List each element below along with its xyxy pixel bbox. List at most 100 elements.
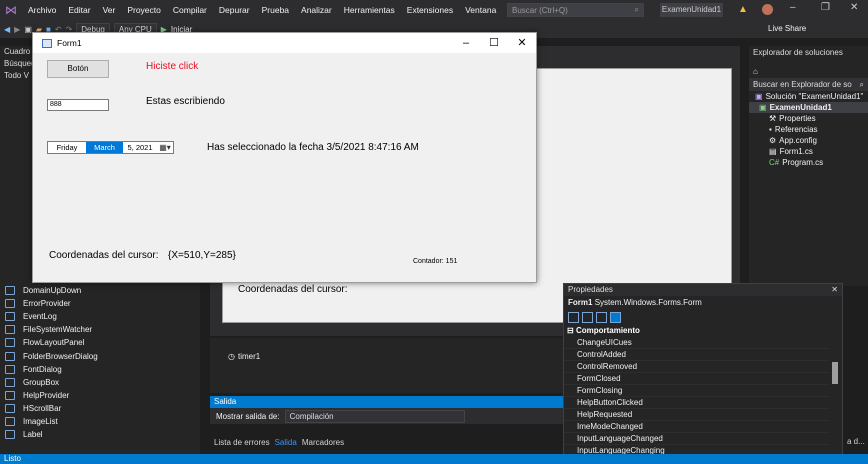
control-icon xyxy=(5,430,15,440)
solution-node[interactable]: ▣ Solución "ExamenUnidad1" xyxy=(749,91,868,102)
date-picker[interactable]: Friday March 5, 2021 ▦▾ xyxy=(47,141,174,154)
project-node[interactable]: ▣ ExamenUnidad1 xyxy=(749,102,868,113)
property-row[interactable]: ImeModeChanged xyxy=(564,421,829,433)
maximize-icon[interactable]: ☐ xyxy=(480,33,508,53)
live-share-button[interactable]: Live Share xyxy=(768,24,806,33)
minimize-icon[interactable]: – xyxy=(452,33,480,53)
tree-item-references[interactable]: ▪ Referencias xyxy=(749,124,868,135)
property-row[interactable]: FormClosed xyxy=(564,373,829,385)
calendar-dropdown-icon[interactable]: ▦▾ xyxy=(157,143,173,152)
designer-coord-label[interactable]: Coordenadas del cursor: xyxy=(238,284,348,295)
toolbox-list: DomainUpDown ErrorProvider EventLog File… xyxy=(0,284,200,441)
date-rest: 5, 2021 xyxy=(127,143,153,152)
text-input[interactable]: 888 xyxy=(47,99,109,111)
toolbox-item[interactable]: FileSystemWatcher xyxy=(0,323,200,336)
property-category[interactable]: ⊟ Comportamiento xyxy=(564,325,842,337)
toolbox-item[interactable]: HelpProvider xyxy=(0,389,200,402)
property-row[interactable]: ControlRemoved xyxy=(564,361,829,373)
properties-object-selector[interactable]: Form1 System.Windows.Forms.Form xyxy=(564,296,842,310)
search-input[interactable]: Buscar (Ctrl+Q) ⌕ xyxy=(507,3,644,17)
tab-salida[interactable]: Salida xyxy=(275,438,297,447)
config-file-icon: ⚙ xyxy=(769,136,777,145)
menu-proyecto[interactable]: Proyecto xyxy=(121,0,167,20)
toolbox-item[interactable]: HScrollBar xyxy=(0,402,200,415)
output-panel: Salida Mostrar salida de: Compilación Li… xyxy=(210,396,565,454)
back-icon[interactable]: ◀ xyxy=(4,25,10,34)
csharp-file-icon: C# xyxy=(769,158,780,167)
project-name-badge: ExamenUnidad1 xyxy=(660,3,723,17)
warning-icon[interactable]: ▲ xyxy=(738,4,748,15)
right-panel-edge-text: a d... xyxy=(847,437,865,446)
cursor-coordinates-value: {X=510,Y=285} xyxy=(168,250,236,261)
tree-item-program[interactable]: C# Program.cs xyxy=(749,157,868,168)
control-icon xyxy=(5,416,15,426)
project-icon: ▣ xyxy=(759,103,767,112)
menu-compilar[interactable]: Compilar xyxy=(167,0,213,20)
visual-studio-logo-icon: ⋈ xyxy=(5,3,17,17)
forward-icon[interactable]: ▶ xyxy=(14,25,20,34)
toolbox-item[interactable]: ImageList xyxy=(0,415,200,428)
control-icon xyxy=(5,403,15,413)
tree-item-appconfig[interactable]: ⚙ App.config xyxy=(749,135,868,146)
click-status-label: Hiciste click xyxy=(146,61,199,72)
menu-depurar[interactable]: Depurar xyxy=(213,0,256,20)
property-row[interactable]: InputLanguageChanged xyxy=(564,433,829,445)
close-window-icon[interactable]: ✕ xyxy=(850,2,858,13)
date-month: March xyxy=(86,142,123,153)
toolbox-item[interactable]: EventLog xyxy=(0,310,200,323)
tab-errores[interactable]: Lista de errores xyxy=(214,438,270,447)
events-icon[interactable] xyxy=(610,312,621,323)
properties-header: Propiedades ✕ xyxy=(564,284,842,296)
typing-status-label: Estas escribiendo xyxy=(146,96,225,107)
menu-archivo[interactable]: Archivo xyxy=(22,0,62,20)
new-project-icon[interactable]: ▣ xyxy=(24,25,32,34)
tab-marcadores[interactable]: Marcadores xyxy=(302,438,344,447)
toolbox-item[interactable]: ErrorProvider xyxy=(0,297,200,310)
toolbox-item[interactable]: DomainUpDown xyxy=(0,284,200,297)
properties-panel: Propiedades ✕ Form1 System.Windows.Forms… xyxy=(563,283,843,461)
categorized-icon[interactable] xyxy=(568,312,579,323)
control-icon xyxy=(5,338,15,348)
status-text: Listo xyxy=(4,454,21,463)
tree-item-form1[interactable]: ▤ Form1.cs xyxy=(749,146,868,157)
property-row[interactable]: ControlAdded xyxy=(564,349,829,361)
search-placeholder: Buscar (Ctrl+Q) xyxy=(512,5,568,15)
menu-prueba[interactable]: Prueba xyxy=(256,0,295,20)
close-icon[interactable]: ✕ xyxy=(831,284,838,296)
menu-herramientas[interactable]: Herramientas xyxy=(338,0,401,20)
wrench-icon: ⚒ xyxy=(769,114,777,123)
properties-scrollbar[interactable] xyxy=(832,362,838,384)
cursor-coordinates-caption: Coordenadas del cursor: xyxy=(49,250,159,261)
minimize-window-icon[interactable]: – xyxy=(790,2,796,13)
property-row[interactable]: ChangeUICues xyxy=(564,337,829,349)
selected-date-label: Has seleccionado la fecha 3/5/2021 8:47:… xyxy=(207,142,419,153)
toolbox-item[interactable]: FlowLayoutPanel xyxy=(0,336,200,349)
home-icon[interactable]: ⌂ xyxy=(753,67,758,76)
control-icon xyxy=(5,364,15,374)
menu-ventana[interactable]: Ventana xyxy=(459,0,502,20)
menu-extensiones[interactable]: Extensiones xyxy=(401,0,459,20)
property-row[interactable]: HelpButtonClicked xyxy=(564,397,829,409)
status-bar: Listo xyxy=(0,454,868,464)
tree-item-properties[interactable]: ⚒ Properties xyxy=(749,113,868,124)
toolbox-item[interactable]: FolderBrowserDialog xyxy=(0,349,200,362)
alphabetical-icon[interactable] xyxy=(582,312,593,323)
toolbox-item[interactable]: GroupBox xyxy=(0,376,200,389)
menu-editar[interactable]: Editar xyxy=(62,0,96,20)
output-source-select[interactable]: Compilación xyxy=(284,409,465,423)
click-button[interactable]: Botón xyxy=(47,60,109,78)
solution-search-input[interactable]: Buscar en Explorador de so ⌕ xyxy=(749,78,868,91)
properties-icon[interactable] xyxy=(596,312,607,323)
property-row[interactable]: FormClosing xyxy=(564,385,829,397)
property-row[interactable]: HelpRequested xyxy=(564,409,829,421)
form-file-icon: ▤ xyxy=(769,147,777,156)
timer-component[interactable]: ◷ timer1 xyxy=(228,352,260,361)
toolbox-item[interactable]: Label xyxy=(0,428,200,441)
menu-analizar[interactable]: Analizar xyxy=(295,0,338,20)
control-icon xyxy=(5,325,15,335)
toolbox-item[interactable]: FontDialog xyxy=(0,363,200,376)
restore-window-icon[interactable]: ❐ xyxy=(821,2,830,13)
close-icon[interactable]: ✕ xyxy=(508,33,536,53)
menu-ver[interactable]: Ver xyxy=(97,0,122,20)
avatar[interactable] xyxy=(762,4,773,15)
